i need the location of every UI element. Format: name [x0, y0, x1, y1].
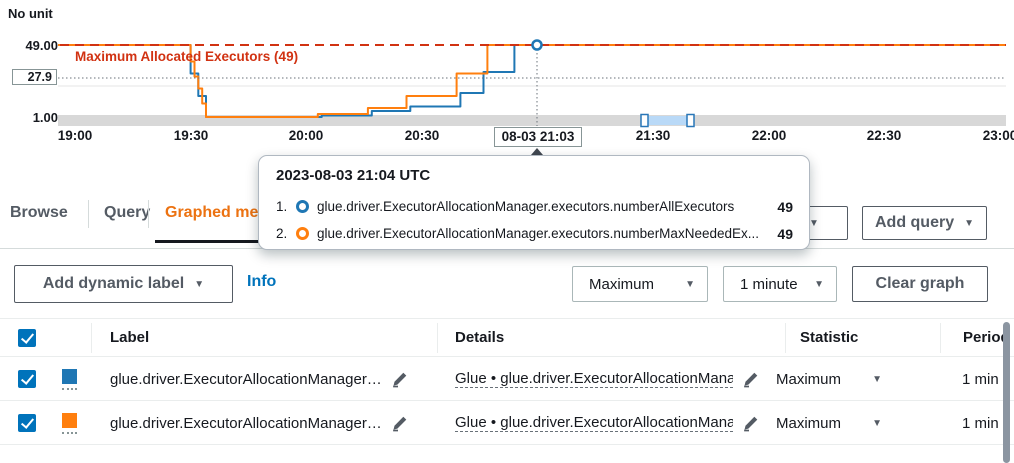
metric-label-text: glue.driver.ExecutorAllocationManager… [110, 415, 382, 432]
x-tick: 19:00 [58, 128, 93, 143]
y-axis-cursor-value: 27.9 [12, 69, 57, 85]
swatch-dots-icon [62, 388, 77, 390]
vertical-scrollbar[interactable] [1003, 322, 1010, 463]
series-ring-icon [296, 227, 309, 240]
tooltip-metric-name: glue.driver.ExecutorAllocationManager.ex… [317, 226, 767, 241]
tooltip-metric-value: 49 [767, 226, 793, 242]
y-axis-min-label: 1.00 [0, 110, 58, 125]
table-row: glue.driver.ExecutorAllocationManager… G… [0, 401, 1014, 445]
add-dynamic-label-text: Add dynamic label [43, 275, 184, 293]
row-statistic-value: Maximum [776, 415, 841, 432]
select-all-checkbox[interactable] [18, 329, 36, 347]
x-tick: 20:00 [289, 128, 324, 143]
period-select-value: 1 minute [740, 276, 798, 293]
cursor-handle-icon[interactable] [531, 148, 543, 155]
clear-graph-label: Clear graph [876, 275, 965, 293]
x-tick: 22:00 [752, 128, 787, 143]
y-axis-max-label: 49.00 [0, 38, 58, 53]
scrubber-selection[interactable] [646, 116, 690, 125]
add-dynamic-label-button[interactable]: Add dynamic label ▼ [14, 265, 233, 303]
column-header-details: Details [455, 319, 504, 357]
metrics-chart[interactable]: No unit 49.00 1.00 27.9 Maximum Allocate… [0, 0, 1014, 160]
edit-icon[interactable] [391, 415, 408, 432]
column-header-label: Label [110, 319, 149, 357]
series-ring-icon [296, 200, 309, 213]
column-separator [91, 323, 92, 353]
tooltip-metric-name: glue.driver.ExecutorAllocationManager.ex… [317, 199, 767, 214]
chevron-down-icon: ▼ [194, 279, 204, 290]
column-header-statistic: Statistic [800, 319, 858, 357]
row-checkbox[interactable] [18, 370, 36, 388]
tooltip-row-index: 1. [276, 199, 294, 214]
tab-query[interactable]: Query [104, 204, 150, 222]
row-period-value[interactable]: 1 min [962, 357, 999, 401]
add-query-button[interactable]: Add query ▼ [862, 206, 987, 240]
time-scrubber-track[interactable] [58, 115, 1006, 126]
series-color-swatch[interactable] [62, 413, 77, 428]
chevron-down-icon: ▼ [685, 279, 695, 290]
table-row: glue.driver.ExecutorAllocationManager… G… [0, 357, 1014, 401]
scrubber-handle-right[interactable] [687, 115, 694, 127]
tooltip-row-index: 2. [276, 226, 294, 241]
tab-browse[interactable]: Browse [10, 204, 68, 222]
tab-separator [88, 200, 89, 228]
tooltip-row: 2. glue.driver.ExecutorAllocationManager… [276, 220, 793, 247]
table-header-row: Label Details Statistic Period [0, 319, 1014, 357]
x-tick: 21:30 [636, 128, 671, 143]
column-separator [785, 323, 786, 353]
x-tick: 20:30 [405, 128, 440, 143]
edit-icon[interactable] [742, 371, 759, 388]
y-axis-unit-label: No unit [8, 6, 53, 21]
row-statistic-dropdown[interactable]: Maximum ▼ [776, 401, 882, 445]
statistic-select[interactable]: Maximum ▼ [572, 266, 708, 302]
edit-icon[interactable] [391, 371, 408, 388]
clear-graph-button[interactable]: Clear graph [852, 266, 988, 302]
x-tick: 22:30 [867, 128, 902, 143]
row-checkbox[interactable] [18, 414, 36, 432]
metric-details-text: Glue • glue.driver.ExecutorAllocationMan… [455, 414, 733, 432]
metric-label-text: glue.driver.ExecutorAllocationManager… [110, 371, 382, 388]
chevron-down-icon: ▼ [872, 374, 882, 385]
statistic-select-value: Maximum [589, 276, 654, 293]
tooltip-timestamp: 2023-08-03 21:04 UTC [276, 167, 793, 184]
row-statistic-dropdown[interactable]: Maximum ▼ [776, 357, 882, 401]
add-query-label: Add query [875, 214, 954, 232]
tooltip-row: 1. glue.driver.ExecutorAllocationManager… [276, 193, 793, 220]
graphed-metrics-table: Label Details Statistic Period glue.driv… [0, 318, 1014, 463]
chevron-down-icon: ▼ [964, 218, 974, 229]
edit-icon[interactable] [742, 415, 759, 432]
scrubber-handle-left[interactable] [641, 115, 648, 127]
chart-tooltip: 2023-08-03 21:04 UTC 1. glue.driver.Exec… [258, 155, 810, 250]
cloudwatch-metrics-panel: No unit 49.00 1.00 27.9 Maximum Allocate… [0, 0, 1014, 463]
column-separator [437, 323, 438, 353]
x-tick: 23:00 [983, 128, 1014, 143]
annotation-label: Maximum Allocated Executors (49) [75, 49, 298, 64]
tab-separator [148, 200, 149, 228]
period-select[interactable]: 1 minute ▼ [723, 266, 837, 302]
tooltip-metric-value: 49 [767, 199, 793, 215]
x-axis-cursor-label[interactable]: 08-03 21:03 [494, 127, 582, 147]
column-separator [940, 323, 941, 353]
chevron-down-icon: ▼ [872, 418, 882, 429]
row-period-value[interactable]: 1 min [962, 401, 999, 445]
chevron-down-icon: ▼ [809, 218, 819, 229]
x-tick: 19:30 [174, 128, 209, 143]
row-statistic-value: Maximum [776, 371, 841, 388]
info-link[interactable]: Info [247, 273, 276, 291]
swatch-dots-icon [62, 432, 77, 434]
series-color-swatch[interactable] [62, 369, 77, 384]
chevron-down-icon: ▼ [814, 279, 824, 290]
hover-point-marker [533, 41, 542, 50]
metric-details-text: Glue • glue.driver.ExecutorAllocationMan… [455, 370, 733, 388]
